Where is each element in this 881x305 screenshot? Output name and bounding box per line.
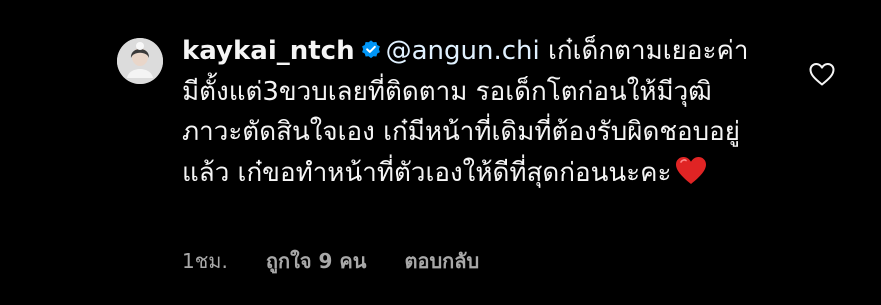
comment-timestamp[interactable]: 1ชม. [182,245,228,277]
comment-meta: 1ชม. ถูกใจ 9 คน ตอบกลับ [182,245,479,277]
like-button[interactable] [808,60,836,88]
username-link[interactable]: kaykai_ntch [182,36,355,66]
comment-text-block: kaykai_ntch @angun.chi เก๋เด็กตามเยอะค่า … [182,31,772,193]
comment-body: kaykai_ntch @angun.chi เก๋เด็กตามเยอะค่า … [182,31,772,193]
mention-link[interactable]: @angun.chi [386,36,540,66]
reply-button[interactable]: ตอบกลับ [404,245,479,277]
red-heart-emoji [676,156,707,184]
comment: kaykai_ntch @angun.chi เก๋เด็กตามเยอะค่า … [0,0,881,305]
comment-likes-count[interactable]: ถูกใจ 9 คน [266,245,367,277]
heart-outline-icon [809,63,835,86]
verified-badge-icon [361,40,380,59]
avatar[interactable] [117,38,163,84]
avatar-photo [117,38,163,84]
